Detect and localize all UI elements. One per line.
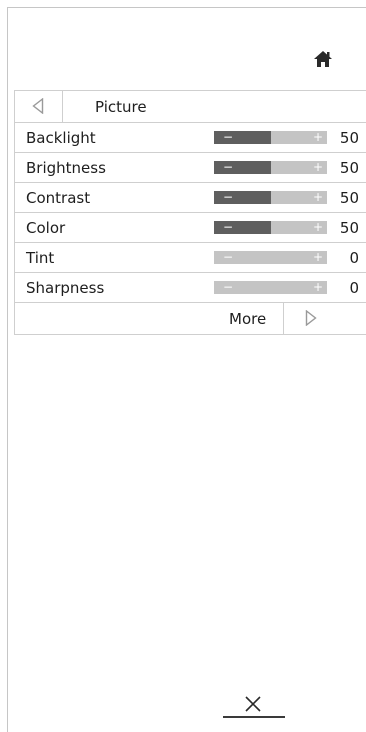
triangle-right-icon — [305, 310, 317, 326]
setting-label: Contrast — [26, 189, 91, 207]
plus-icon[interactable]: + — [313, 280, 323, 294]
setting-value: 0 — [349, 249, 359, 267]
triangle-left-icon — [32, 98, 44, 114]
menu-header: Picture — [15, 91, 366, 123]
plus-icon[interactable]: + — [313, 250, 323, 264]
setting-label: Brightness — [26, 159, 106, 177]
home-button[interactable] — [312, 48, 334, 70]
back-button[interactable] — [15, 91, 63, 122]
tint-slider[interactable]: − + — [214, 250, 327, 264]
setting-label: Sharpness — [26, 279, 105, 297]
minus-icon[interactable]: − — [223, 280, 233, 294]
minus-icon[interactable]: − — [223, 220, 233, 234]
settings-panel: Picture Backlight − + 50 Brightness − + … — [7, 7, 366, 732]
minus-icon[interactable]: − — [223, 160, 233, 174]
setting-value: 50 — [339, 159, 359, 177]
setting-value: 50 — [339, 189, 359, 207]
color-slider[interactable]: − + — [214, 220, 327, 234]
close-button[interactable] — [223, 694, 285, 720]
setting-label: Color — [26, 219, 66, 237]
brightness-slider[interactable]: − + — [214, 160, 327, 174]
minus-icon[interactable]: − — [223, 250, 233, 264]
close-icon — [245, 696, 261, 712]
plus-icon[interactable]: + — [313, 160, 323, 174]
setting-row-contrast[interactable]: Contrast − + 50 — [15, 183, 366, 213]
plus-icon[interactable]: + — [313, 190, 323, 204]
menu-title: Picture — [95, 98, 147, 116]
setting-row-color[interactable]: Color − + 50 — [15, 213, 366, 243]
home-icon — [314, 51, 332, 67]
setting-value: 0 — [349, 279, 359, 297]
setting-row-backlight[interactable]: Backlight − + 50 — [15, 123, 366, 153]
sharpness-slider[interactable]: − + — [214, 280, 327, 294]
setting-label: Tint — [26, 249, 55, 267]
setting-row-sharpness[interactable]: Sharpness − + 0 — [15, 273, 366, 303]
next-button[interactable] — [283, 303, 366, 334]
plus-icon[interactable]: + — [313, 220, 323, 234]
plus-icon[interactable]: + — [313, 130, 323, 144]
setting-value: 50 — [339, 219, 359, 237]
minus-icon[interactable]: − — [223, 130, 233, 144]
minus-icon[interactable]: − — [223, 190, 233, 204]
setting-row-tint[interactable]: Tint − + 0 — [15, 243, 366, 273]
setting-value: 50 — [339, 129, 359, 147]
backlight-slider[interactable]: − + — [214, 130, 327, 144]
more-button[interactable]: More — [229, 311, 266, 327]
more-row: More — [15, 303, 366, 335]
close-underline — [223, 716, 285, 718]
contrast-slider[interactable]: − + — [214, 190, 327, 204]
setting-row-brightness[interactable]: Brightness − + 50 — [15, 153, 366, 183]
picture-menu: Picture Backlight − + 50 Brightness − + … — [14, 90, 366, 335]
setting-label: Backlight — [26, 129, 96, 147]
